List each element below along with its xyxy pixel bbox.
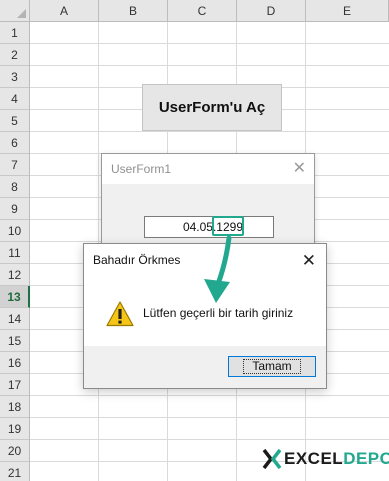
row-header[interactable]: 14 — [0, 308, 30, 330]
message-box-close-icon[interactable]: ✕ — [302, 252, 316, 269]
row-gridline — [30, 43, 389, 44]
message-box-body: Lütfen geçerli bir tarih giriniz — [84, 276, 326, 346]
row-header[interactable]: 4 — [0, 88, 30, 110]
row-header[interactable]: 9 — [0, 198, 30, 220]
column-header[interactable]: C — [168, 0, 237, 22]
row-header[interactable]: 11 — [0, 242, 30, 264]
column-header[interactable]: B — [99, 0, 168, 22]
row-header[interactable]: 12 — [0, 264, 30, 286]
message-box-title: Bahadır Örkmes — [93, 253, 181, 267]
ok-button-label: Tamam — [243, 359, 301, 374]
logo-text-left: EXCEL — [284, 449, 344, 468]
row-header[interactable]: 16 — [0, 352, 30, 374]
row-header[interactable]: 20 — [0, 440, 30, 462]
invalid-year-highlight — [212, 216, 244, 236]
row-gridline — [30, 395, 389, 396]
row-gridline — [30, 131, 389, 132]
userform-titlebar: UserForm1 ✕ — [102, 154, 314, 184]
logo-x-icon — [262, 448, 282, 470]
warning-icon — [106, 301, 134, 327]
row-header[interactable]: 13 — [0, 286, 30, 308]
row-header[interactable]: 18 — [0, 396, 30, 418]
open-userform-button[interactable]: UserForm'u Aç — [142, 84, 282, 131]
column-header[interactable]: A — [30, 0, 99, 22]
message-box: Bahadır Örkmes ✕ Lütfen geçerli bir tari… — [83, 243, 327, 389]
row-header[interactable]: 17 — [0, 374, 30, 396]
row-gridline — [30, 439, 389, 440]
row-header[interactable]: 7 — [0, 154, 30, 176]
message-box-footer: Tamam — [84, 346, 326, 388]
row-header[interactable]: 2 — [0, 44, 30, 66]
row-header[interactable]: 21 — [0, 462, 30, 481]
logo-text-right: DEPO — [343, 449, 389, 468]
column-header[interactable]: D — [237, 0, 306, 22]
row-header[interactable]: 1 — [0, 22, 30, 44]
row-header[interactable]: 3 — [0, 66, 30, 88]
row-header[interactable]: 6 — [0, 132, 30, 154]
userform-title: UserForm1 — [111, 162, 172, 176]
message-box-titlebar: Bahadır Örkmes ✕ — [84, 244, 326, 276]
select-all-corner[interactable] — [0, 0, 30, 22]
row-header[interactable]: 5 — [0, 110, 30, 132]
row-header[interactable]: 19 — [0, 418, 30, 440]
userform-close-icon[interactable]: ✕ — [293, 161, 306, 177]
column-header[interactable]: E — [306, 0, 389, 22]
logo-text: EXCELDEPO — [284, 449, 389, 469]
row-header[interactable]: 10 — [0, 220, 30, 242]
open-userform-button-label: UserForm'u Aç — [158, 99, 266, 116]
row-header[interactable]: 15 — [0, 330, 30, 352]
date-textbox[interactable]: 04.05.1299 — [144, 216, 274, 238]
ok-button[interactable]: Tamam — [228, 356, 316, 377]
message-text: Lütfen geçerli bir tarih giriniz — [143, 306, 294, 320]
row-gridline — [30, 417, 389, 418]
excel-depo-logo: EXCELDEPO — [262, 448, 389, 470]
row-gridline — [30, 65, 389, 66]
row-header[interactable]: 8 — [0, 176, 30, 198]
